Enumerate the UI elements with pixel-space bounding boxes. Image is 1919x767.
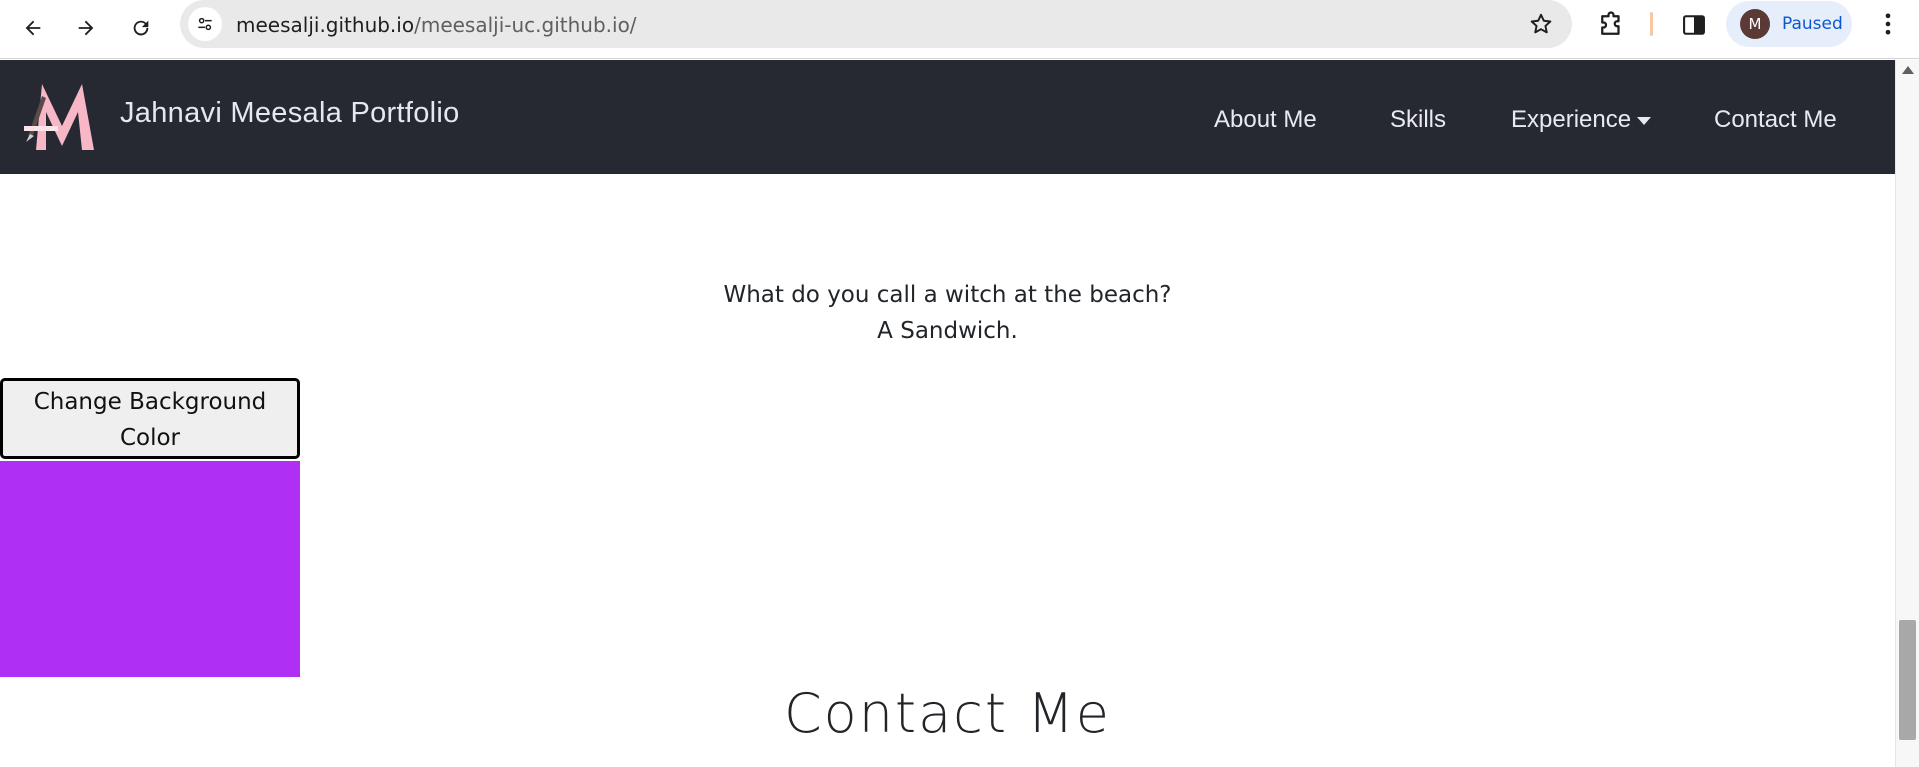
page-scrollbar[interactable] [1895,60,1919,767]
scroll-up-arrow-icon[interactable] [1902,66,1914,74]
joke-answer: A Sandwich. [877,318,1018,344]
nav-link-skills[interactable]: Skills [1390,106,1446,134]
change-background-color-button[interactable]: Change Background Color [0,378,300,459]
brand-title[interactable]: Jahnavi Meesala Portfolio [120,97,460,130]
browser-toolbar: meesalji.github.io/meesalji-uc.github.io… [0,0,1919,59]
back-arrow-icon [25,20,41,36]
profile-status: Paused [1782,14,1843,34]
forward-arrow-icon [78,20,94,36]
avatar: M [1740,9,1770,39]
forward-button[interactable] [66,8,106,48]
color-preview-box [0,461,300,677]
reload-button[interactable] [121,8,161,48]
side-panel-icon[interactable] [1680,11,1708,39]
site-navbar: Jahnavi Meesala Portfolio About Me Skill… [0,60,1895,174]
site-info-button[interactable] [188,7,222,41]
url-text: meesalji.github.io/meesalji-uc.github.io… [236,13,637,37]
url-path: /meesalji-uc.github.io/ [414,13,637,37]
extensions-icon[interactable] [1596,10,1626,40]
tune-icon [198,17,212,31]
joke-question: What do you call a witch at the beach? [723,282,1172,308]
logo-icon[interactable] [22,76,102,156]
nav-link-experience-label: Experience [1511,106,1632,133]
profile-button[interactable]: M Paused [1726,1,1852,47]
scroll-thumb[interactable] [1899,620,1916,740]
nav-dropdown-experience[interactable]: Experience [1511,106,1652,134]
address-bar[interactable]: meesalji.github.io/meesalji-uc.github.io… [180,0,1572,48]
more-vertical-icon[interactable] [1874,10,1902,38]
url-domain: meesalji.github.io [236,13,415,37]
bookmark-star-icon[interactable] [1528,11,1554,37]
contact-heading: Contact Me [783,682,1112,745]
chevron-down-icon [1637,116,1652,125]
toolbar-separator [1650,12,1653,36]
back-button[interactable] [13,8,53,48]
reload-icon [133,20,149,36]
nav-link-about-me[interactable]: About Me [1214,106,1317,134]
web-page: Jahnavi Meesala Portfolio About Me Skill… [0,60,1895,767]
nav-link-contact-me[interactable]: Contact Me [1714,106,1837,134]
